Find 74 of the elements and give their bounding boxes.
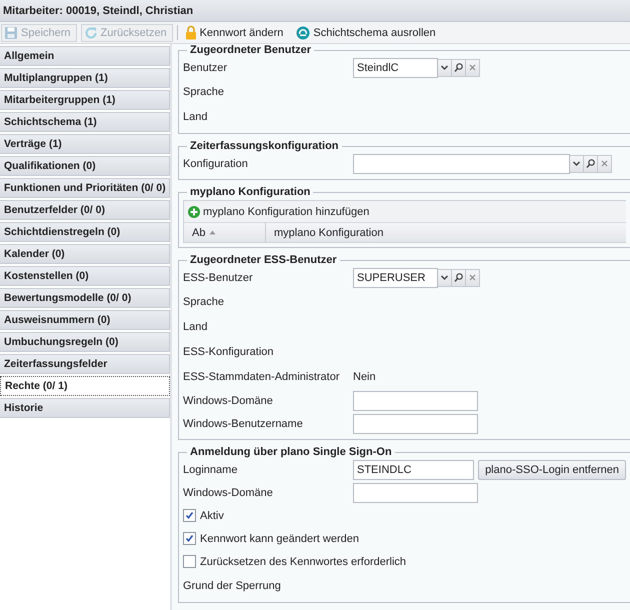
window-title: Mitarbeiter: 00019, Steindl, Christian bbox=[3, 4, 194, 16]
chevron-down-icon bbox=[440, 63, 449, 72]
close-icon bbox=[468, 273, 477, 282]
sidebar-item[interactable]: Zeiterfassungsfelder bbox=[0, 354, 170, 374]
field-label: ESS-Konfiguration bbox=[183, 346, 274, 358]
field-label: Konfiguration bbox=[183, 158, 249, 170]
checkbox-label: Zurücksetzen des Kennwortes erforderlich bbox=[200, 556, 406, 568]
chevron-down-icon bbox=[572, 159, 581, 168]
field-label: ESS-Benutzer bbox=[183, 272, 254, 284]
section-title: myplano Konfiguration bbox=[189, 186, 312, 198]
search-icon bbox=[586, 159, 595, 168]
field-label: Windows-Benutzername bbox=[183, 418, 304, 430]
search-icon bbox=[454, 63, 463, 72]
field-label: Windows-Domäne bbox=[183, 486, 274, 498]
checkbox-label: Aktiv bbox=[200, 510, 224, 522]
sidebar-item[interactable]: Funktionen und Prioritäten (0/ 0) bbox=[0, 178, 170, 198]
field-label: ESS-Stammdaten-Administrator bbox=[183, 370, 340, 382]
dropdown-button[interactable] bbox=[570, 154, 584, 172]
close-icon bbox=[600, 159, 609, 168]
sidebar-item[interactable]: Ausweisnummern (0) bbox=[0, 310, 170, 330]
close-icon bbox=[468, 63, 477, 72]
sidebar-item[interactable]: Qualifikationen (0) bbox=[0, 156, 170, 176]
field-label: Loginname bbox=[183, 464, 238, 476]
input-field[interactable] bbox=[353, 482, 478, 502]
search-button[interactable] bbox=[452, 268, 466, 286]
column-header[interactable]: myplano Konfiguration bbox=[266, 223, 626, 242]
field-label: Benutzer bbox=[183, 62, 228, 74]
dropdown-button[interactable] bbox=[438, 268, 452, 286]
roll-out-button[interactable]: Schichtschema ausrollen bbox=[293, 24, 442, 42]
dropdown-button[interactable] bbox=[438, 58, 452, 76]
sidebar-item[interactable]: Rechte (0/ 1) bbox=[0, 376, 170, 396]
combo-field[interactable] bbox=[353, 154, 570, 174]
sidebar-item[interactable]: Historie bbox=[0, 398, 170, 418]
field-label: Windows-Domäne bbox=[183, 394, 274, 406]
field-label: Land bbox=[183, 110, 208, 122]
sidebar-item[interactable]: Kostenstellen (0) bbox=[0, 266, 170, 286]
field-label: Sprache bbox=[183, 296, 225, 308]
checkbox[interactable] bbox=[183, 555, 196, 568]
sidebar-item[interactable]: Bewertungsmodelle (0/ 0) bbox=[0, 288, 170, 308]
field-value: Nein bbox=[353, 370, 376, 382]
combo-field[interactable]: SUPERUSER bbox=[353, 268, 438, 288]
refresh-icon bbox=[84, 26, 98, 40]
search-icon bbox=[454, 273, 463, 282]
input-field[interactable] bbox=[353, 390, 478, 410]
section-title: Anmeldung über plano Single Sign-On bbox=[189, 446, 393, 458]
checkbox[interactable] bbox=[183, 532, 196, 545]
sidebar-item[interactable]: Kalender (0) bbox=[0, 244, 170, 264]
combo-field[interactable]: SteindlC bbox=[353, 58, 438, 78]
remove-login-button[interactable]: plano-SSO-Login entfernen bbox=[478, 460, 626, 480]
sidebar-item[interactable]: Mitarbeitergruppen (1) bbox=[0, 90, 170, 110]
input-field[interactable]: STEINDLC bbox=[353, 460, 474, 480]
sidebar-item[interactable]: Schichtdienstregeln (0) bbox=[0, 222, 170, 242]
search-button[interactable] bbox=[452, 58, 466, 76]
sidebar-item[interactable]: Schichtschema (1) bbox=[0, 112, 170, 132]
chevron-down-icon bbox=[440, 273, 449, 282]
checkbox-label: Kennwort kann geändert werden bbox=[200, 532, 359, 544]
sidebar-item[interactable]: Umbuchungsregeln (0) bbox=[0, 332, 170, 352]
sidebar-item[interactable]: Multiplangruppen (1) bbox=[0, 68, 170, 88]
column-header[interactable]: Ab bbox=[184, 223, 266, 242]
change-password-button[interactable]: Kennwort ändern bbox=[182, 24, 290, 42]
field-label: Sprache bbox=[183, 86, 225, 98]
field-label: Grund der Sperrung bbox=[183, 580, 282, 592]
padlock-icon bbox=[184, 25, 197, 40]
plus-circle-icon bbox=[188, 206, 200, 218]
search-button[interactable] bbox=[584, 154, 598, 172]
input-field[interactable] bbox=[353, 414, 478, 434]
section-title: Zeiterfassungskonfiguration bbox=[189, 140, 340, 152]
sidebar-item[interactable]: Verträge (1) bbox=[0, 134, 170, 154]
sidebar-item[interactable]: Benutzerfelder (0/ 0) bbox=[0, 200, 170, 220]
section-title: Zugeordneter Benutzer bbox=[189, 44, 312, 56]
checkbox[interactable] bbox=[183, 509, 196, 522]
sidebar-item[interactable]: Allgemein bbox=[0, 46, 170, 66]
section-title: Zugeordneter ESS-Benutzer bbox=[189, 254, 338, 266]
field-label: Land bbox=[183, 320, 208, 332]
